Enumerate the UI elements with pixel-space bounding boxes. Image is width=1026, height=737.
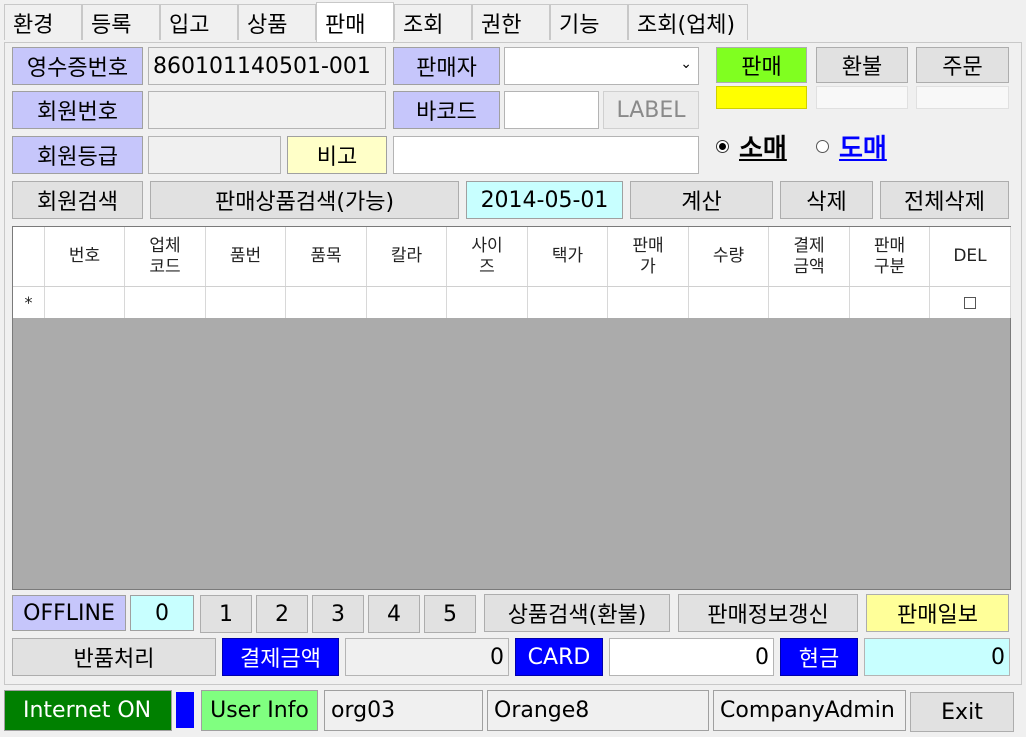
grid-col-number[interactable]: 번호 bbox=[45, 227, 125, 286]
order-mode-button[interactable]: 주문 bbox=[916, 47, 1009, 83]
del-checkbox[interactable] bbox=[964, 296, 976, 309]
sale-mode-button[interactable]: 판매 bbox=[716, 47, 807, 83]
order-mode-indicator bbox=[916, 86, 1009, 109]
refresh-sales-info-button[interactable]: 판매정보갱신 bbox=[678, 594, 858, 632]
tab-product[interactable]: 상품 bbox=[238, 4, 316, 40]
seller-label: 판매자 bbox=[393, 47, 500, 85]
tab-function[interactable]: 기능 bbox=[550, 4, 628, 40]
note-label: 비고 bbox=[287, 136, 387, 174]
grid-cell[interactable] bbox=[850, 287, 930, 318]
return-process-button[interactable]: 반품처리 bbox=[12, 638, 216, 676]
delete-button[interactable]: 삭제 bbox=[780, 181, 873, 219]
receipt-no-field[interactable]: 860101140501-001 bbox=[148, 47, 386, 85]
internet-status: Internet ON bbox=[4, 690, 172, 731]
role-field: CompanyAdmin bbox=[713, 690, 906, 731]
grid-cell[interactable] bbox=[447, 287, 528, 318]
grid-cell-del bbox=[930, 287, 1011, 318]
grid-col-size[interactable]: 사이 즈 bbox=[447, 227, 528, 286]
offline-label: OFFLINE bbox=[12, 595, 126, 631]
connection-indicator bbox=[176, 692, 194, 728]
grid-cell[interactable] bbox=[769, 287, 850, 318]
tab-bar: 환경 등록 입고 상품 판매 조회 권한 기능 조회(업체) bbox=[0, 0, 1026, 42]
seller-select[interactable]: ⌄ bbox=[504, 47, 699, 85]
refund-mode-button[interactable]: 환불 bbox=[816, 47, 908, 83]
payment-amount-value: 0 bbox=[490, 644, 504, 670]
refund-mode-indicator bbox=[816, 86, 908, 109]
sale-date-field[interactable]: 2014-05-01 bbox=[466, 181, 623, 219]
grid-col-del[interactable]: DEL bbox=[930, 227, 1011, 286]
grid-col-vendor-code[interactable]: 업체 코드 bbox=[125, 227, 206, 286]
member-grade-field[interactable] bbox=[148, 136, 281, 174]
tab-vendor-inquiry[interactable]: 조회(업체) bbox=[628, 4, 748, 40]
user-info-label: User Info bbox=[201, 690, 318, 731]
grid-cell[interactable] bbox=[528, 287, 608, 318]
card-amount-field[interactable]: 0 bbox=[609, 638, 774, 676]
radio-unselected-icon bbox=[816, 139, 829, 153]
grid-col-item[interactable]: 품목 bbox=[286, 227, 367, 286]
barcode-label: 바코드 bbox=[393, 91, 500, 129]
tab-register[interactable]: 등록 bbox=[82, 4, 160, 40]
grid-cell[interactable] bbox=[689, 287, 769, 318]
grid-col-item-no[interactable]: 품번 bbox=[206, 227, 286, 286]
exit-button[interactable]: Exit bbox=[910, 692, 1014, 732]
grid-cell[interactable] bbox=[286, 287, 367, 318]
member-search-button[interactable]: 회원검색 bbox=[12, 181, 143, 219]
grid-col-payment-amount[interactable]: 결제 금액 bbox=[769, 227, 850, 286]
grid-cell[interactable] bbox=[45, 287, 125, 318]
retail-radio[interactable]: 소매 bbox=[716, 127, 806, 165]
member-grade-label: 회원등급 bbox=[12, 136, 143, 174]
page-1-button[interactable]: 1 bbox=[200, 595, 252, 633]
card-label: CARD bbox=[515, 638, 603, 676]
member-no-label: 회원번호 bbox=[12, 91, 143, 129]
grid-cell[interactable] bbox=[125, 287, 206, 318]
cash-amount-value: 0 bbox=[991, 644, 1005, 670]
daily-sales-report-button[interactable]: 판매일보 bbox=[866, 594, 1009, 632]
member-no-field[interactable] bbox=[148, 91, 386, 129]
receipt-no-label: 영수증번호 bbox=[12, 47, 143, 85]
payment-amount-label: 결제금액 bbox=[222, 638, 339, 676]
grid-cell[interactable] bbox=[367, 287, 447, 318]
tab-inquiry[interactable]: 조회 bbox=[394, 4, 472, 40]
grid-col-sale-price[interactable]: 판매 가 bbox=[608, 227, 689, 286]
payment-amount-field: 0 bbox=[345, 638, 509, 676]
table-row[interactable]: * bbox=[13, 286, 1011, 318]
grid-col-tag-price[interactable]: 택가 bbox=[528, 227, 608, 286]
store-field: Orange8 bbox=[487, 690, 709, 731]
sales-grid[interactable]: 번호 업체 코드 품번 품목 칼라 사이 즈 택가 판매 가 수량 결제 금액 … bbox=[12, 226, 1011, 590]
grid-header-row-selector bbox=[13, 227, 45, 286]
page-5-button[interactable]: 5 bbox=[424, 595, 476, 633]
tab-permission[interactable]: 권한 bbox=[472, 4, 550, 40]
tab-receiving[interactable]: 입고 bbox=[160, 4, 238, 40]
wholesale-label: 도매 bbox=[839, 133, 887, 164]
grid-header: 번호 업체 코드 품번 품목 칼라 사이 즈 택가 판매 가 수량 결제 금액 … bbox=[13, 227, 1011, 286]
calculate-button[interactable]: 계산 bbox=[630, 181, 773, 219]
label-button[interactable]: LABEL bbox=[603, 91, 699, 129]
radio-selected-icon bbox=[716, 139, 729, 153]
cash-label: 현금 bbox=[780, 638, 858, 676]
page-3-button[interactable]: 3 bbox=[312, 595, 364, 633]
page-2-button[interactable]: 2 bbox=[256, 595, 308, 633]
cash-amount-field[interactable]: 0 bbox=[864, 638, 1010, 676]
tab-env[interactable]: 환경 bbox=[4, 4, 82, 40]
product-search-button[interactable]: 판매상품검색(가능) bbox=[150, 181, 459, 219]
tab-sales[interactable]: 판매 bbox=[316, 2, 394, 42]
chevron-down-icon: ⌄ bbox=[680, 56, 692, 72]
offline-count: 0 bbox=[130, 595, 194, 631]
org-field: org03 bbox=[324, 690, 483, 731]
new-row-marker: * bbox=[13, 287, 45, 318]
grid-col-color[interactable]: 칼라 bbox=[367, 227, 447, 286]
retail-label: 소매 bbox=[739, 133, 787, 164]
grid-cell[interactable] bbox=[608, 287, 689, 318]
grid-col-sale-type[interactable]: 판매 구분 bbox=[850, 227, 930, 286]
page-4-button[interactable]: 4 bbox=[368, 595, 420, 633]
delete-all-button[interactable]: 전체삭제 bbox=[880, 181, 1009, 219]
card-amount-value: 0 bbox=[755, 644, 769, 670]
grid-cell[interactable] bbox=[206, 287, 286, 318]
grid-col-quantity[interactable]: 수량 bbox=[689, 227, 769, 286]
sale-mode-indicator bbox=[716, 86, 807, 109]
barcode-input[interactable] bbox=[504, 91, 599, 129]
refund-product-search-button[interactable]: 상품검색(환불) bbox=[484, 594, 670, 632]
note-input[interactable] bbox=[393, 136, 699, 174]
wholesale-radio[interactable]: 도매 bbox=[816, 127, 916, 165]
